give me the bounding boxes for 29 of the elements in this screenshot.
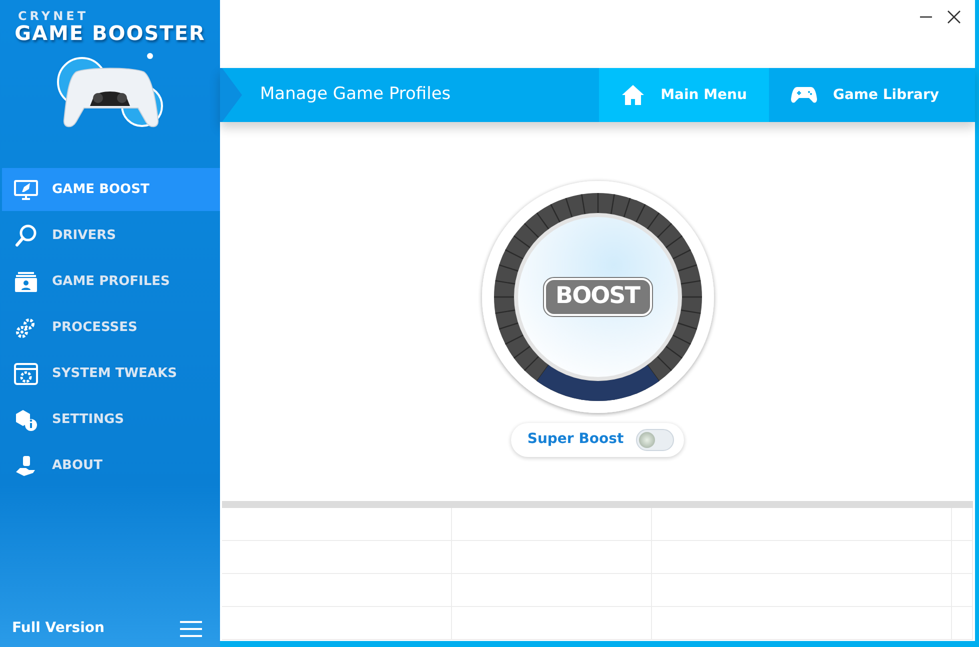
profile-card-icon — [14, 270, 38, 292]
window-gear-icon — [14, 362, 38, 384]
boost-button[interactable]: BOOST — [544, 278, 652, 316]
search-icon — [14, 224, 38, 248]
arrow-icon — [220, 68, 242, 122]
monitor-rocket-icon — [14, 178, 38, 200]
hand-icon — [14, 454, 38, 478]
sidebar-item[interactable]: GAME BOOST — [2, 168, 220, 211]
brand-maker: CRYNET — [18, 10, 89, 22]
super-boost-toggle[interactable] — [636, 428, 674, 450]
sidebar-item[interactable]: GAME PROFILES — [2, 260, 220, 303]
super-boost-label: Super Boost — [527, 430, 624, 449]
table-cell — [952, 508, 973, 541]
gamepad-icon — [790, 85, 817, 105]
app-title: GAME BOOSTER — [14, 22, 206, 44]
home-icon — [620, 84, 645, 106]
page-title: Manage Game Profiles — [259, 83, 452, 106]
sidebar-item[interactable]: SYSTEM TWEAKS — [2, 352, 220, 395]
header-tab[interactable]: Game Library — [768, 68, 975, 122]
menu-icon[interactable] — [180, 620, 202, 636]
sidebar-item[interactable]: SETTINGS — [2, 398, 220, 441]
version-label: Full Version — [12, 619, 104, 638]
sidebar-item[interactable]: DRIVERS — [2, 214, 220, 257]
sidebar-item[interactable]: PROCESSES — [2, 306, 220, 349]
close-icon[interactable] — [947, 10, 961, 24]
box-info-icon — [14, 408, 38, 432]
header-tab[interactable]: Main Menu — [598, 68, 769, 122]
sidebar-item[interactable]: ABOUT — [2, 444, 220, 487]
table-cell — [952, 607, 973, 640]
